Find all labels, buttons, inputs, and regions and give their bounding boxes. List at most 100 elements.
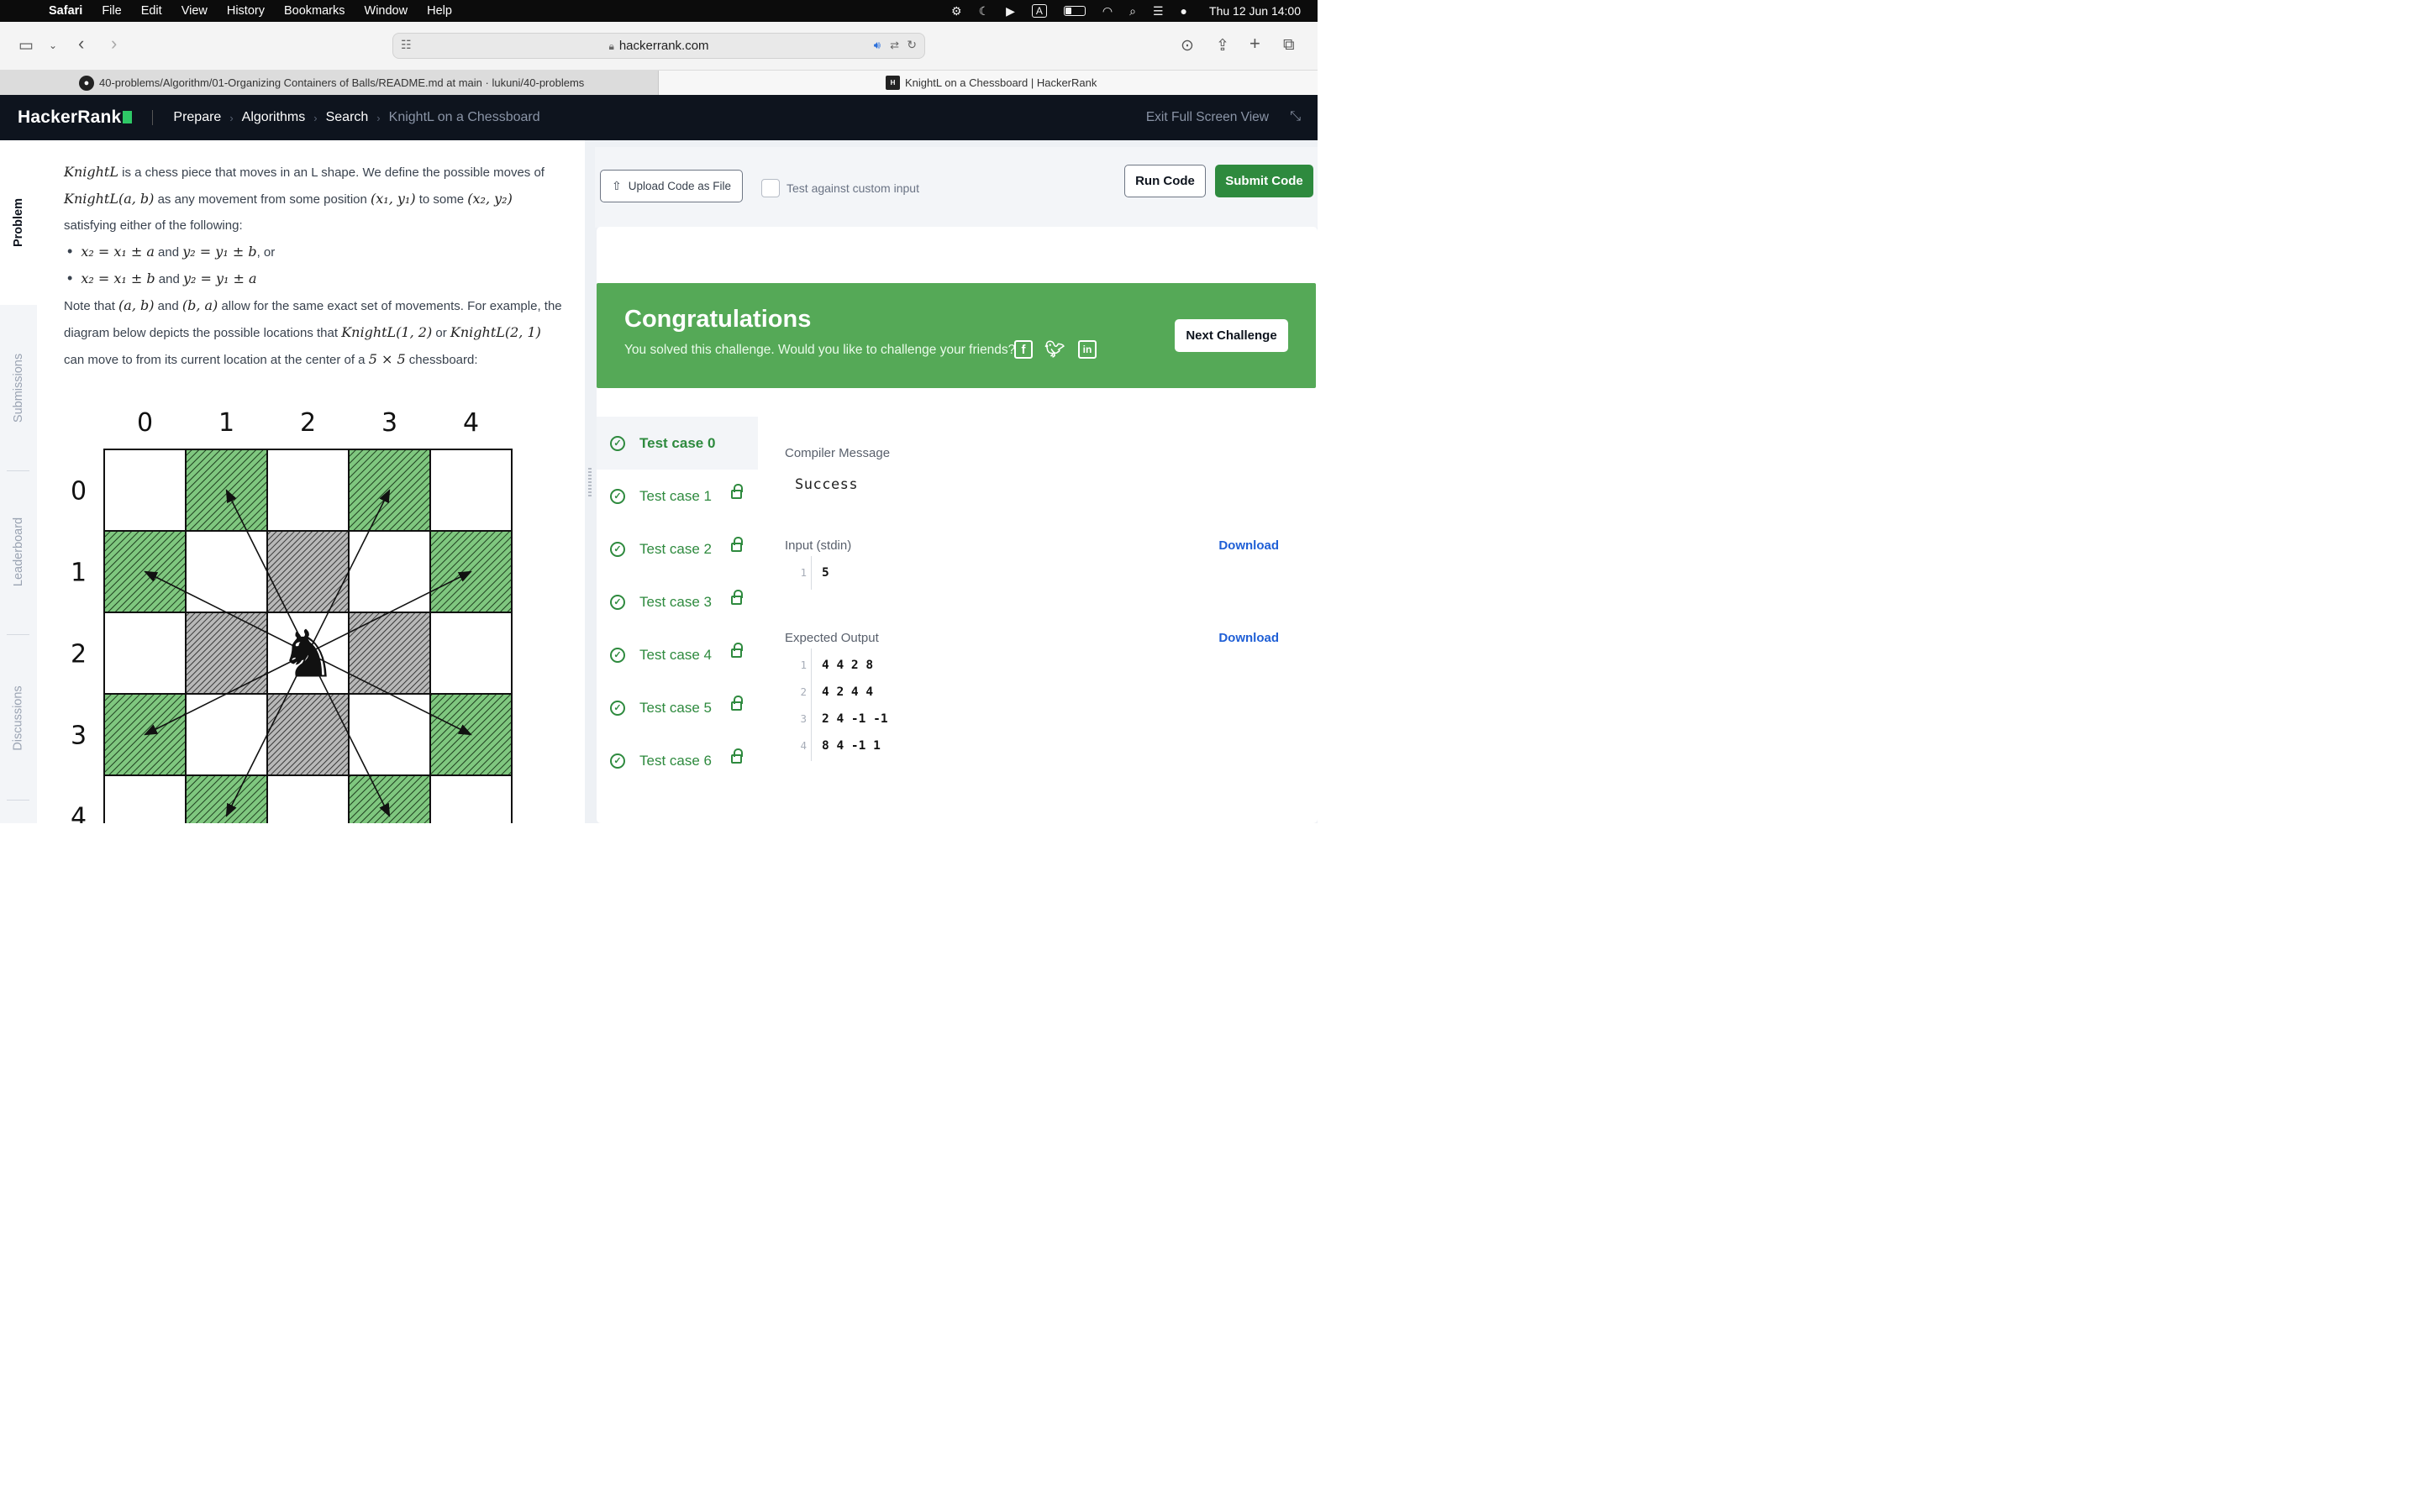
lock-icon (731, 696, 743, 711)
run-code-button[interactable]: Run Code (1124, 165, 1206, 197)
math-knightl-21: KnightL(2, 1) (450, 324, 541, 340)
status-extension-icon[interactable]: ⚙ (951, 4, 962, 18)
row-label: 3 (71, 722, 87, 751)
custom-input-checkbox[interactable] (761, 179, 780, 197)
menu-app-name[interactable]: Safari (49, 4, 82, 18)
input-label: Input (stdin) (785, 538, 852, 553)
pane-splitter[interactable] (585, 140, 595, 823)
test-case-3[interactable]: ✓ Test case 3 (597, 575, 758, 628)
text: chessboard: (405, 353, 478, 367)
tab-github-readme[interactable]: ● 40-problems/Algorithm/01-Organizing Co… (0, 71, 659, 95)
new-tab-icon[interactable]: + (1249, 33, 1260, 55)
test-case-0[interactable]: ✓ Test case 0 (597, 417, 758, 470)
lock-icon (731, 537, 743, 552)
address-bar[interactable]: ☷ 🔒︎ hackerrank.com 🔊︎ ⇄ ↻ (392, 33, 925, 59)
menu-file[interactable]: File (102, 4, 121, 18)
test-case-2[interactable]: ✓ Test case 2 (597, 522, 758, 575)
breadcrumb-algorithms[interactable]: Algorithms (242, 110, 306, 125)
side-tab-discussions[interactable]: Discussions (0, 636, 37, 800)
battery-icon[interactable] (1063, 6, 1086, 16)
board-cell-shaded (266, 530, 350, 613)
focus-moon-icon[interactable]: ☾ (979, 4, 990, 18)
board-cell (348, 693, 431, 776)
board-cell (103, 612, 187, 695)
forward-icon[interactable]: › (111, 33, 117, 55)
facebook-icon[interactable]: f (1014, 340, 1033, 359)
text: to some (415, 192, 468, 207)
siri-icon[interactable]: ● (1181, 4, 1187, 18)
code-text: 8 4 -1 1 (822, 738, 881, 753)
breadcrumb-search[interactable]: Search (326, 110, 369, 125)
knight-piece-icon: ♞ (279, 617, 338, 693)
math-knightl: KnightL (64, 164, 118, 180)
next-challenge-button[interactable]: Next Challenge (1175, 319, 1288, 352)
column-label: 0 (137, 408, 153, 438)
menu-edit[interactable]: Edit (141, 4, 162, 18)
test-case-6[interactable]: ✓ Test case 6 (597, 734, 758, 787)
problem-statement-pane: KnightL is a chess piece that moves in a… (37, 140, 585, 823)
code-line: 3 2 4 -1 -1 (785, 706, 887, 732)
test-case-label: Test case 3 (639, 593, 712, 610)
url-text[interactable]: hackerrank.com (619, 39, 709, 53)
sidebar-toggle-icon[interactable]: ▭ (18, 36, 34, 55)
media-play-icon[interactable]: ▶ (1006, 4, 1015, 18)
text: and (154, 299, 182, 313)
board-cell (429, 612, 513, 695)
spotlight-search-icon[interactable]: ⌕ (1129, 4, 1136, 18)
text: can move to from its current location at… (64, 353, 369, 367)
math-ba: (b, a) (182, 297, 218, 313)
downloads-icon[interactable]: ⊙ (1181, 36, 1194, 55)
breadcrumb-prepare[interactable]: Prepare (173, 110, 221, 125)
drag-handle-icon[interactable] (588, 468, 592, 496)
translate-icon[interactable]: ⇄ (890, 39, 899, 52)
upload-label: Upload Code as File (628, 180, 732, 192)
share-icon[interactable]: ⇪ (1216, 36, 1229, 55)
tab-hackerrank[interactable]: H KnightL on a Chessboard | HackerRank (659, 71, 1318, 95)
download-input-link[interactable]: Download (1218, 538, 1279, 553)
download-expected-link[interactable]: Download (1218, 631, 1279, 645)
chevron-down-icon[interactable]: ⌄ (49, 39, 57, 51)
collapse-icon[interactable]: ⤡ (1290, 109, 1301, 124)
board-cell (185, 530, 268, 613)
tab-overview-icon[interactable]: ⧉ (1283, 36, 1295, 55)
menu-view[interactable]: View (182, 4, 208, 18)
board-cell-shaded (266, 693, 350, 776)
upload-icon: ⇧ (611, 179, 622, 192)
reload-icon[interactable]: ↻ (907, 38, 917, 52)
menu-help[interactable]: Help (427, 4, 452, 18)
test-case-5[interactable]: ✓ Test case 5 (597, 681, 758, 734)
board-cell (348, 530, 431, 613)
upload-code-button[interactable]: ⇧ Upload Code as File (600, 170, 743, 202)
text: Note that (64, 299, 119, 313)
row-label: 4 (71, 803, 87, 824)
menu-history[interactable]: History (227, 4, 265, 18)
congrats-title: Congratulations (624, 306, 812, 333)
menu-window[interactable]: Window (365, 4, 408, 18)
exit-full-screen-link[interactable]: Exit Full Screen View (1146, 110, 1269, 125)
side-tab-leaderboard[interactable]: Leaderboard (0, 472, 37, 632)
test-case-4[interactable]: ✓ Test case 4 (597, 628, 758, 681)
side-tab-submissions[interactable]: Submissions (0, 308, 37, 468)
input-source-icon[interactable]: A (1031, 4, 1047, 18)
control-center-icon[interactable]: ☰ (1153, 4, 1164, 18)
line-number: 4 (800, 739, 807, 752)
check-circle-icon: ✓ (610, 435, 625, 451)
side-tab-problem[interactable]: Problem (0, 140, 37, 305)
expected-output-label: Expected Output (785, 631, 879, 645)
menu-bookmarks[interactable]: Bookmarks (284, 4, 345, 18)
board-cell-shaded (348, 612, 431, 695)
audio-speaker-icon[interactable]: 🔊︎ (874, 39, 881, 52)
wifi-icon[interactable]: ◠ (1102, 4, 1113, 18)
submit-code-button[interactable]: Submit Code (1215, 165, 1313, 197)
twitter-icon[interactable]: 🐦︎ (1044, 340, 1065, 359)
code-text: 4 2 4 4 (822, 685, 874, 699)
custom-input-label[interactable]: Test against custom input (786, 181, 919, 195)
hackerrank-logo[interactable]: HackerRank (18, 108, 133, 128)
logo-square-icon (123, 111, 133, 123)
chevron-right-icon: › (376, 111, 381, 124)
macos-menu-bar: Safari File Edit View History Bookmarks … (0, 0, 1318, 22)
linkedin-icon[interactable]: in (1078, 340, 1097, 359)
test-case-1[interactable]: ✓ Test case 1 (597, 470, 758, 522)
menu-clock[interactable]: Thu 12 Jun 14:00 (1209, 4, 1301, 18)
back-icon[interactable]: ‹ (78, 33, 84, 55)
